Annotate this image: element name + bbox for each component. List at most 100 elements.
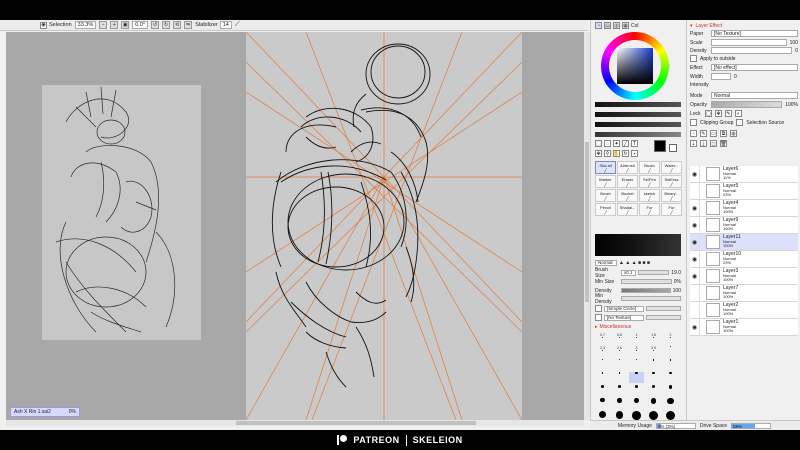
- picker-icon[interactable]: ⬩: [631, 150, 638, 157]
- layer-row[interactable]: ◉ Layer10 Normal 23%: [690, 250, 798, 268]
- layer-mode-select[interactable]: Normal: [711, 92, 798, 99]
- visibility-eye-icon[interactable]: ◉: [690, 233, 700, 251]
- paper-scale-slider[interactable]: [711, 39, 787, 46]
- brush-size-preset[interactable]: 3.5: [646, 346, 661, 357]
- brush-size-preset[interactable]: [663, 346, 678, 357]
- tool-button[interactable]: Marker ╱: [595, 175, 616, 188]
- lock-draw-icon[interactable]: ✎: [725, 110, 732, 117]
- apply-outside-checkbox[interactable]: [690, 55, 697, 62]
- brush-size-preset[interactable]: [612, 359, 627, 370]
- layer-row[interactable]: Layer2 Normal 100%: [690, 301, 798, 319]
- brush-size-preset[interactable]: [629, 398, 644, 409]
- layer-effect-header[interactable]: ▾ Layer Effect: [690, 22, 798, 29]
- brush-shape-icons[interactable]: ▲ ▲ ▲ ■ ■ ■: [619, 260, 650, 266]
- tool-button[interactable]: Fur ╱: [661, 203, 682, 216]
- min-size-slider[interactable]: [621, 279, 672, 284]
- brush-size-slider[interactable]: [637, 270, 670, 275]
- flip-icon[interactable]: ⇋: [184, 21, 193, 29]
- layer-row[interactable]: Layer7 Normal 100%: [690, 284, 798, 302]
- tool-button[interactable]: Airbrush ╱: [617, 161, 638, 174]
- rotate-right-icon[interactable]: ↻: [162, 21, 171, 29]
- min-density-slider[interactable]: [621, 296, 681, 301]
- tool-button[interactable]: Fur ╱: [639, 203, 660, 216]
- density-slider[interactable]: [621, 288, 671, 293]
- brush-size-preset[interactable]: [629, 385, 644, 396]
- brush-size-preset[interactable]: [612, 372, 627, 383]
- paper-select[interactable]: [No Texture]: [711, 30, 798, 37]
- brush-size-preset[interactable]: 0.7: [595, 333, 610, 344]
- blend-mode-select[interactable]: Normal: [595, 259, 617, 266]
- delete-layer-icon[interactable]: 🗑: [720, 140, 727, 147]
- color-slider-2[interactable]: [595, 112, 681, 117]
- new-folder-icon[interactable]: ▭: [710, 130, 717, 137]
- lock-move-icon[interactable]: ✥: [715, 110, 722, 117]
- brush-size-preset[interactable]: [612, 398, 627, 409]
- rotate-left-icon[interactable]: ↺: [151, 21, 160, 29]
- brush-texture-slider[interactable]: [646, 315, 681, 320]
- layer-row[interactable]: ◉ Layer6 Normal 11%: [690, 165, 798, 183]
- hand-icon[interactable]: ✋: [613, 150, 620, 157]
- transfer-down-icon[interactable]: ⇣: [690, 140, 697, 147]
- color-slider-3[interactable]: [595, 122, 681, 127]
- vertical-scroll-thumb[interactable]: [585, 142, 589, 302]
- brush-shape-slider[interactable]: [646, 306, 681, 311]
- lock-alpha-icon[interactable]: ◐: [735, 110, 742, 117]
- tool-button[interactable]: Eraser ╱: [617, 175, 638, 188]
- text-icon[interactable]: T: [631, 140, 638, 147]
- visibility-eye-icon[interactable]: ◉: [690, 318, 700, 336]
- layer-mask-icon[interactable]: ◍: [730, 130, 737, 137]
- brush-size-preset[interactable]: 1.5: [646, 333, 661, 344]
- visibility-eye-icon[interactable]: ◉: [690, 199, 700, 217]
- layer-row[interactable]: ◉ Layer3 Normal 100%: [690, 267, 798, 285]
- rotate-reset-icon[interactable]: ⟲: [173, 21, 182, 29]
- brush-size-preset[interactable]: [646, 372, 661, 383]
- tool-button[interactable]: Sha all ╱: [595, 161, 616, 174]
- brush-size-preset[interactable]: [646, 398, 661, 409]
- selection-toggle[interactable]: ◉ Selection: [40, 21, 72, 29]
- brush-size-preset[interactable]: [663, 372, 678, 383]
- brush-size-preset[interactable]: [663, 359, 678, 370]
- color-slider-1[interactable]: [595, 102, 681, 107]
- document-tab[interactable]: Ash X Rin 1.sai2 0%: [10, 407, 80, 417]
- layer-row[interactable]: ◉ Layer4 Normal 100%: [690, 199, 798, 217]
- brush-size-preset[interactable]: [595, 385, 610, 396]
- brush-size-preset[interactable]: [595, 359, 610, 370]
- zoom-reset-icon[interactable]: ▣: [121, 21, 130, 29]
- color-wheel[interactable]: [601, 32, 669, 100]
- brush-texture-select[interactable]: [No Texture]: [604, 314, 644, 321]
- rotate-icon[interactable]: ↻: [622, 150, 629, 157]
- color-slider-4[interactable]: [595, 132, 681, 137]
- zoom-in-icon[interactable]: +: [110, 21, 119, 29]
- brush-size-preset[interactable]: [629, 372, 644, 383]
- effect-select[interactable]: [No effect]: [711, 64, 798, 71]
- merge-down-icon[interactable]: ⤓: [700, 140, 707, 147]
- visibility-eye-icon[interactable]: ◉: [690, 165, 700, 183]
- tool-button[interactable]: Bucket ╱: [617, 189, 638, 202]
- brush-size-preset[interactable]: [646, 385, 661, 396]
- tool-button[interactable]: Brush ╱: [639, 161, 660, 174]
- selection-source-checkbox[interactable]: [736, 119, 744, 126]
- brush-size-preset[interactable]: 2: [663, 333, 678, 344]
- selection-icon[interactable]: ⬚: [595, 140, 602, 147]
- brush-size-preset[interactable]: 0.8: [612, 333, 627, 344]
- primary-color-swatch[interactable]: [654, 140, 666, 152]
- layer-row[interactable]: ◉ Layer11 Normal 100%: [690, 233, 798, 251]
- brush-size-preset[interactable]: [612, 385, 627, 396]
- layer-copy-icon[interactable]: ⧉: [720, 130, 727, 137]
- brush-size-preset[interactable]: 1: [629, 333, 644, 344]
- stabilizer-select[interactable]: 14: [219, 21, 232, 29]
- effect-width-slider[interactable]: [711, 73, 731, 80]
- move-icon[interactable]: ✥: [595, 150, 602, 157]
- hsv-tab-icon[interactable]: ▥: [613, 22, 620, 29]
- visibility-eye-icon[interactable]: ◉: [690, 216, 700, 234]
- lock-pixels-icon[interactable]: ▢: [705, 110, 712, 117]
- tool-button[interactable]: Water... ╱: [661, 161, 682, 174]
- layer-opacity-slider[interactable]: [711, 101, 783, 108]
- brush-size-preset[interactable]: [663, 398, 678, 409]
- tool-button[interactable]: Pencil ╱: [595, 203, 616, 216]
- new-linework-layer-icon[interactable]: ✎: [700, 130, 707, 137]
- swatch-tab-icon[interactable]: ▦: [622, 22, 629, 29]
- layer-row[interactable]: ◉ Layer9 Normal 100%: [690, 216, 798, 234]
- misc-row[interactable]: ▸ Miscellaneous: [595, 323, 681, 330]
- zoom-out-icon[interactable]: −: [99, 21, 108, 29]
